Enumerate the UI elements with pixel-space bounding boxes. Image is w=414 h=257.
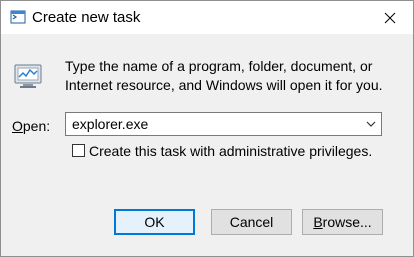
browse-label-rest: rowse... xyxy=(322,214,372,230)
instruction-text: Type the name of a program, folder, docu… xyxy=(65,57,385,95)
open-combobox[interactable]: explorer.exe xyxy=(65,112,382,136)
chevron-down-icon[interactable] xyxy=(364,118,378,130)
admin-privileges-label[interactable]: Create this task with administrative pri… xyxy=(89,143,372,160)
instruction-line-1: Type the name of a program, folder, docu… xyxy=(65,58,373,74)
close-icon xyxy=(384,12,396,23)
window-title: Create new task xyxy=(32,9,141,26)
cancel-button[interactable]: Cancel xyxy=(211,209,292,235)
title-bar[interactable]: Create new task xyxy=(1,1,413,34)
open-label: Open: xyxy=(12,117,50,135)
run-window-icon xyxy=(10,10,26,24)
browse-button[interactable]: Browse... xyxy=(302,209,383,235)
create-new-task-dialog: Create new task Type the name of a progr… xyxy=(0,0,414,257)
ok-button[interactable]: OK xyxy=(114,209,195,235)
open-label-mnemonic: O xyxy=(12,118,23,134)
open-input[interactable]: explorer.exe xyxy=(72,116,148,133)
instruction-line-2: Internet resource, and Windows will open… xyxy=(65,77,383,93)
browse-mnemonic: B xyxy=(313,214,323,230)
admin-privileges-checkbox[interactable] xyxy=(72,144,85,157)
close-button[interactable] xyxy=(367,1,413,34)
open-label-rest: pen: xyxy=(22,118,51,134)
task-manager-icon xyxy=(14,64,42,88)
